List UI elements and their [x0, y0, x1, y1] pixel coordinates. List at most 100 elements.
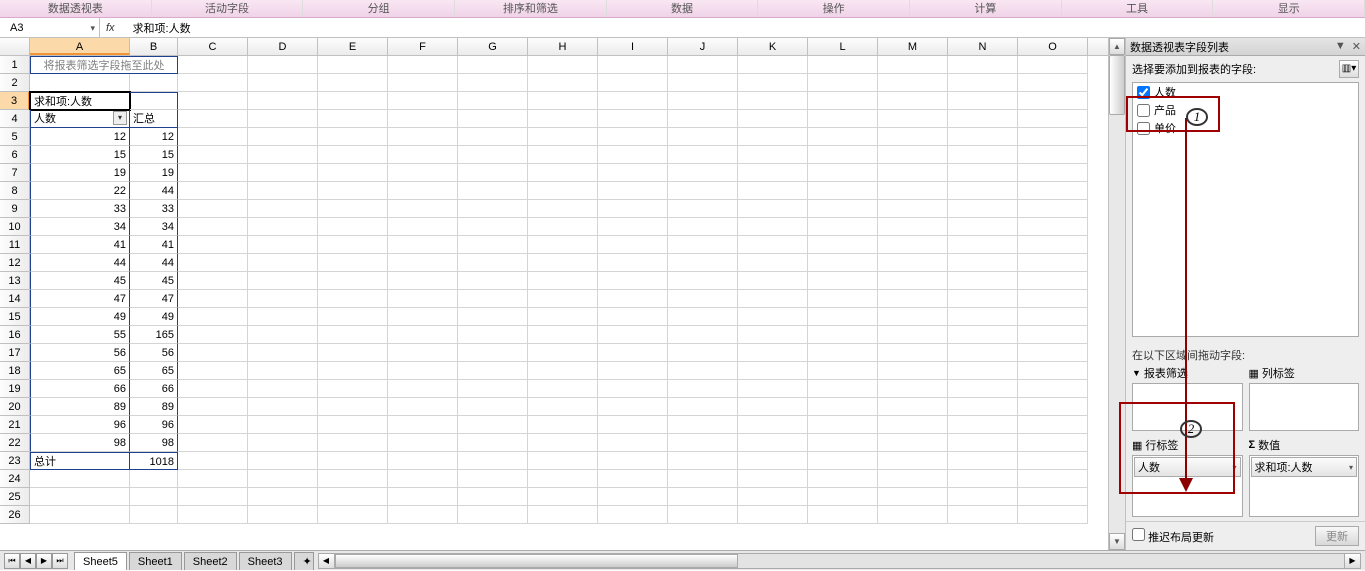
cell[interactable] [878, 146, 948, 164]
name-box[interactable]: A3 [0, 18, 100, 37]
cell[interactable] [808, 272, 878, 290]
cell[interactable] [878, 236, 948, 254]
cell[interactable] [528, 308, 598, 326]
cell[interactable] [248, 434, 318, 452]
cell[interactable]: 41 [30, 236, 130, 254]
cell[interactable] [458, 200, 528, 218]
cell[interactable] [248, 254, 318, 272]
cell[interactable] [528, 254, 598, 272]
cell[interactable] [808, 146, 878, 164]
cell[interactable]: 1018 [130, 452, 178, 470]
cell[interactable]: 汇总 [130, 110, 178, 128]
cell[interactable] [248, 398, 318, 416]
cell[interactable] [948, 56, 1018, 74]
cell[interactable] [528, 128, 598, 146]
cell[interactable] [878, 488, 948, 506]
cell[interactable] [1018, 416, 1088, 434]
cell[interactable]: 98 [130, 434, 178, 452]
cell[interactable] [528, 488, 598, 506]
cell[interactable]: 44 [130, 182, 178, 200]
col-header[interactable]: F [388, 38, 458, 55]
cell[interactable] [878, 362, 948, 380]
cell[interactable] [248, 92, 318, 110]
cell[interactable] [878, 506, 948, 524]
cell[interactable] [528, 470, 598, 488]
cell[interactable] [458, 272, 528, 290]
cell[interactable]: 56 [130, 344, 178, 362]
cell[interactable] [528, 380, 598, 398]
cell[interactable] [808, 110, 878, 128]
cell[interactable] [178, 308, 248, 326]
row-header[interactable]: 23 [0, 452, 30, 470]
cell[interactable] [808, 236, 878, 254]
ribbon-group[interactable]: 操作 [758, 0, 910, 17]
cell[interactable] [318, 308, 388, 326]
tab-nav-first[interactable]: ⏮ [4, 553, 20, 569]
cell[interactable] [528, 218, 598, 236]
select-all-corner[interactable] [0, 38, 30, 55]
cell[interactable] [248, 146, 318, 164]
cell[interactable] [878, 344, 948, 362]
cell[interactable] [808, 344, 878, 362]
cell[interactable] [598, 182, 668, 200]
row-header[interactable]: 16 [0, 326, 30, 344]
col-header[interactable]: L [808, 38, 878, 55]
row-header[interactable]: 26 [0, 506, 30, 524]
cell[interactable] [528, 164, 598, 182]
col-header[interactable]: J [668, 38, 738, 55]
cell[interactable] [1018, 380, 1088, 398]
cell[interactable] [948, 164, 1018, 182]
ribbon-group[interactable]: 工具 [1062, 0, 1214, 17]
cell[interactable] [318, 488, 388, 506]
cell[interactable] [178, 362, 248, 380]
cell[interactable] [458, 254, 528, 272]
cell[interactable] [248, 128, 318, 146]
cell[interactable] [528, 200, 598, 218]
cell[interactable] [388, 326, 458, 344]
cell[interactable]: 22 [30, 182, 130, 200]
cell[interactable] [878, 416, 948, 434]
cell[interactable]: 19 [130, 164, 178, 182]
ribbon-group[interactable]: 计算 [910, 0, 1062, 17]
cell[interactable] [668, 434, 738, 452]
cell[interactable] [808, 218, 878, 236]
cell[interactable] [598, 326, 668, 344]
field-checkbox[interactable] [1137, 86, 1150, 99]
cell[interactable] [808, 452, 878, 470]
cell[interactable] [388, 434, 458, 452]
cell[interactable] [318, 128, 388, 146]
col-header[interactable]: D [248, 38, 318, 55]
cell[interactable] [668, 488, 738, 506]
cell[interactable] [318, 398, 388, 416]
cell[interactable]: 12 [130, 128, 178, 146]
cell[interactable] [458, 488, 528, 506]
cell[interactable] [668, 146, 738, 164]
cell[interactable] [248, 506, 318, 524]
col-header[interactable]: K [738, 38, 808, 55]
cell[interactable] [948, 434, 1018, 452]
cell[interactable] [598, 272, 668, 290]
cell[interactable] [1018, 398, 1088, 416]
cell[interactable] [668, 164, 738, 182]
col-header[interactable]: G [458, 38, 528, 55]
cell[interactable] [878, 74, 948, 92]
cell[interactable] [878, 290, 948, 308]
cell[interactable] [248, 272, 318, 290]
cell[interactable] [458, 236, 528, 254]
cell[interactable] [458, 110, 528, 128]
cell[interactable] [30, 506, 130, 524]
cell[interactable] [388, 290, 458, 308]
cell[interactable] [878, 218, 948, 236]
area-rows-box[interactable]: 人数 [1132, 455, 1243, 517]
cell[interactable] [318, 290, 388, 308]
cell[interactable] [458, 182, 528, 200]
cell[interactable] [248, 452, 318, 470]
cell[interactable]: 34 [30, 218, 130, 236]
cell[interactable]: 66 [130, 380, 178, 398]
row-header[interactable]: 7 [0, 164, 30, 182]
cell[interactable] [948, 326, 1018, 344]
cell[interactable] [808, 182, 878, 200]
cell[interactable] [178, 398, 248, 416]
row-header[interactable]: 12 [0, 254, 30, 272]
tab-nav-prev[interactable]: ◀ [20, 553, 36, 569]
